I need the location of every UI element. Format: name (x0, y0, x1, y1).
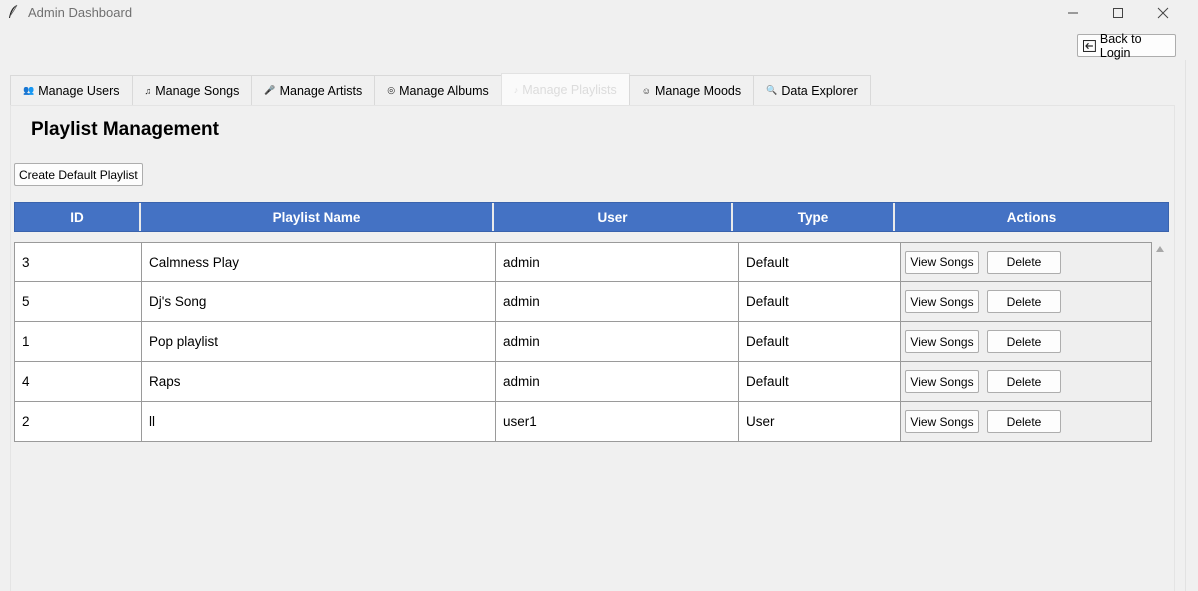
table-row: 1 Pop playlist admin Default View Songs … (14, 322, 1152, 362)
cell-playlist-name: Raps (141, 362, 495, 401)
column-header-actions: Actions (1006, 209, 1057, 225)
cell-user: admin (495, 322, 738, 361)
minimize-icon (1068, 12, 1078, 14)
delete-button[interactable]: Delete (987, 410, 1061, 433)
smiley-icon: ☺ (641, 85, 651, 96)
cell-type: Default (738, 362, 900, 401)
column-header-playlist-name: Playlist Name (141, 203, 494, 231)
column-header-user: User (494, 203, 733, 231)
delete-button[interactable]: Delete (987, 330, 1061, 353)
back-to-login-label: Back to Login (1099, 31, 1142, 60)
cell-actions: View Songs Delete (900, 402, 1152, 441)
create-default-playlist-button[interactable]: Create Default Playlist (14, 163, 143, 186)
cell-actions: View Songs Delete (900, 322, 1152, 361)
magnifier-icon: 🔍 (766, 85, 778, 95)
table-row: 4 Raps admin Default View Songs Delete (14, 362, 1152, 402)
scroll-up-arrow-icon[interactable] (1156, 246, 1164, 252)
cell-type: User (738, 402, 900, 441)
tab-bar: 👥 Manage Users ♫ Manage Songs 🎤 Manage A… (10, 73, 871, 105)
view-songs-button[interactable]: View Songs (905, 250, 979, 274)
title-bar: Admin Dashboard (0, 0, 1198, 26)
feather-icon (9, 4, 18, 18)
minimize-button[interactable] (1050, 0, 1096, 26)
table-row: 3 Calmness Play admin Default View Songs… (14, 242, 1152, 282)
table-row: 5 Dj's Song admin Default View Songs Del… (14, 282, 1152, 322)
cell-playlist-name: ll (141, 402, 495, 441)
tab-label: Manage Albums (399, 83, 489, 98)
cell-playlist-name: Pop playlist (141, 322, 495, 361)
maximize-icon (1113, 8, 1123, 18)
cell-type: Default (738, 322, 900, 361)
column-header-id: ID (15, 203, 141, 231)
back-arrow-icon (1083, 39, 1096, 52)
page-title: Playlist Management (31, 119, 219, 140)
cell-type: Default (738, 282, 900, 321)
cell-user: user1 (495, 402, 738, 441)
users-icon: 👥 (23, 85, 35, 95)
cell-id: 3 (14, 243, 141, 281)
microphone-icon: 🎤 (264, 85, 276, 95)
playlist-icon: ♪ (513, 84, 519, 95)
cell-id: 5 (14, 282, 141, 321)
tab-manage-albums[interactable]: ◎ Manage Albums (374, 75, 502, 105)
disc-icon: ◎ (387, 85, 396, 95)
delete-button[interactable]: Delete (987, 370, 1061, 393)
tab-label: Manage Users (38, 83, 120, 98)
tab-manage-songs[interactable]: ♫ Manage Songs (131, 75, 253, 105)
cell-actions: View Songs Delete (900, 243, 1152, 281)
cell-type: Default (738, 243, 900, 281)
cell-id: 4 (14, 362, 141, 401)
cell-user: admin (495, 282, 738, 321)
cell-user: admin (495, 243, 738, 281)
delete-button[interactable]: Delete (987, 290, 1061, 313)
tab-label: Data Explorer (781, 83, 858, 98)
cell-playlist-name: Dj's Song (141, 282, 495, 321)
window-title: Admin Dashboard (28, 5, 133, 20)
window-divider (1185, 60, 1186, 591)
view-songs-button[interactable]: View Songs (905, 370, 979, 393)
tab-label: Manage Moods (654, 83, 742, 98)
table-header: ID Playlist Name User Type Actions (14, 202, 1169, 232)
tab-data-explorer[interactable]: 🔍 Data Explorer (753, 75, 871, 105)
column-header-type: Type (733, 203, 895, 231)
cell-playlist-name: Calmness Play (141, 243, 495, 281)
tab-label: Manage Songs (155, 83, 240, 98)
cell-actions: View Songs Delete (900, 282, 1152, 321)
cell-user: admin (495, 362, 738, 401)
music-note-icon: ♫ (144, 85, 152, 96)
view-songs-button[interactable]: View Songs (905, 290, 979, 313)
tab-manage-users[interactable]: 👥 Manage Users (10, 75, 133, 105)
close-button[interactable] (1140, 0, 1186, 26)
cell-id: 1 (14, 322, 141, 361)
view-songs-button[interactable]: View Songs (905, 410, 979, 433)
delete-button[interactable]: Delete (987, 250, 1061, 274)
tab-label: Manage Artists (279, 83, 363, 98)
tab-manage-artists[interactable]: 🎤 Manage Artists (251, 75, 376, 105)
vertical-scrollbar[interactable] (1153, 242, 1169, 591)
back-to-login-button[interactable]: Back to Login (1077, 31, 1176, 60)
view-songs-button[interactable]: View Songs (905, 330, 979, 353)
table-row: 2 ll user1 User View Songs Delete (14, 402, 1152, 442)
close-icon (1157, 7, 1169, 19)
tab-manage-moods[interactable]: ☺ Manage Moods (628, 75, 755, 105)
cell-actions: View Songs Delete (900, 362, 1152, 401)
cell-id: 2 (14, 402, 141, 441)
playlist-table: 3 Calmness Play admin Default View Songs… (14, 242, 1152, 442)
maximize-button[interactable] (1095, 0, 1141, 26)
tab-label: Manage Playlists (522, 82, 617, 97)
tab-manage-playlists[interactable]: ♪ Manage Playlists (500, 73, 630, 105)
